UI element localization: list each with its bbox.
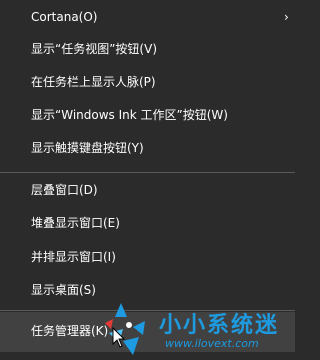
menu-item-show-people[interactable]: 在任务栏上显示人脉(P) — [0, 65, 295, 99]
menu-item-label: 在任务栏上显示人脉(P) — [31, 75, 156, 89]
menu-item-label: 并排显示窗口(I) — [31, 250, 116, 264]
menu-item-side-by-side-windows[interactable]: 并排显示窗口(I) — [0, 240, 295, 274]
menu-item-label: 显示桌面(S) — [31, 283, 96, 297]
watermark: 小小系统迷 www.ilovext.com — [105, 301, 295, 360]
menu-item-show-windows-ink-button[interactable]: 显示“Windows Ink 工作区”按钮(W) — [0, 98, 295, 132]
menu-item-cascade-windows[interactable]: 层叠窗口(D) — [0, 173, 295, 207]
menu-item-label: 堆叠显示窗口(E) — [31, 216, 120, 230]
menu-item-show-task-view-button[interactable]: 显示“任务视图”按钮(V) — [0, 32, 295, 66]
menu-item-show-touch-keyboard-button[interactable]: 显示触摸键盘按钮(Y) — [0, 131, 295, 165]
menu-item-label: 显示触摸键盘按钮(Y) — [31, 141, 144, 155]
menu-item-label: 任务管理器(K) — [31, 324, 109, 338]
watermark-url: www.ilovext.com — [165, 337, 259, 350]
menu-item-stack-windows[interactable]: 堆叠显示窗口(E) — [0, 206, 295, 240]
menu-item-label: 显示“任务视图”按钮(V) — [31, 42, 158, 56]
mouse-cursor-icon — [112, 327, 126, 348]
chevron-right-icon: › — [284, 10, 289, 24]
menu-item-label: 显示“Windows Ink 工作区”按钮(W) — [31, 108, 228, 122]
menu-item-label: 层叠窗口(D) — [31, 183, 98, 197]
watermark-title: 小小系统迷 — [159, 313, 280, 338]
menu-item-cortana[interactable]: Cortana(O) › — [0, 0, 295, 34]
menu-item-label: Cortana(O) — [31, 10, 98, 24]
